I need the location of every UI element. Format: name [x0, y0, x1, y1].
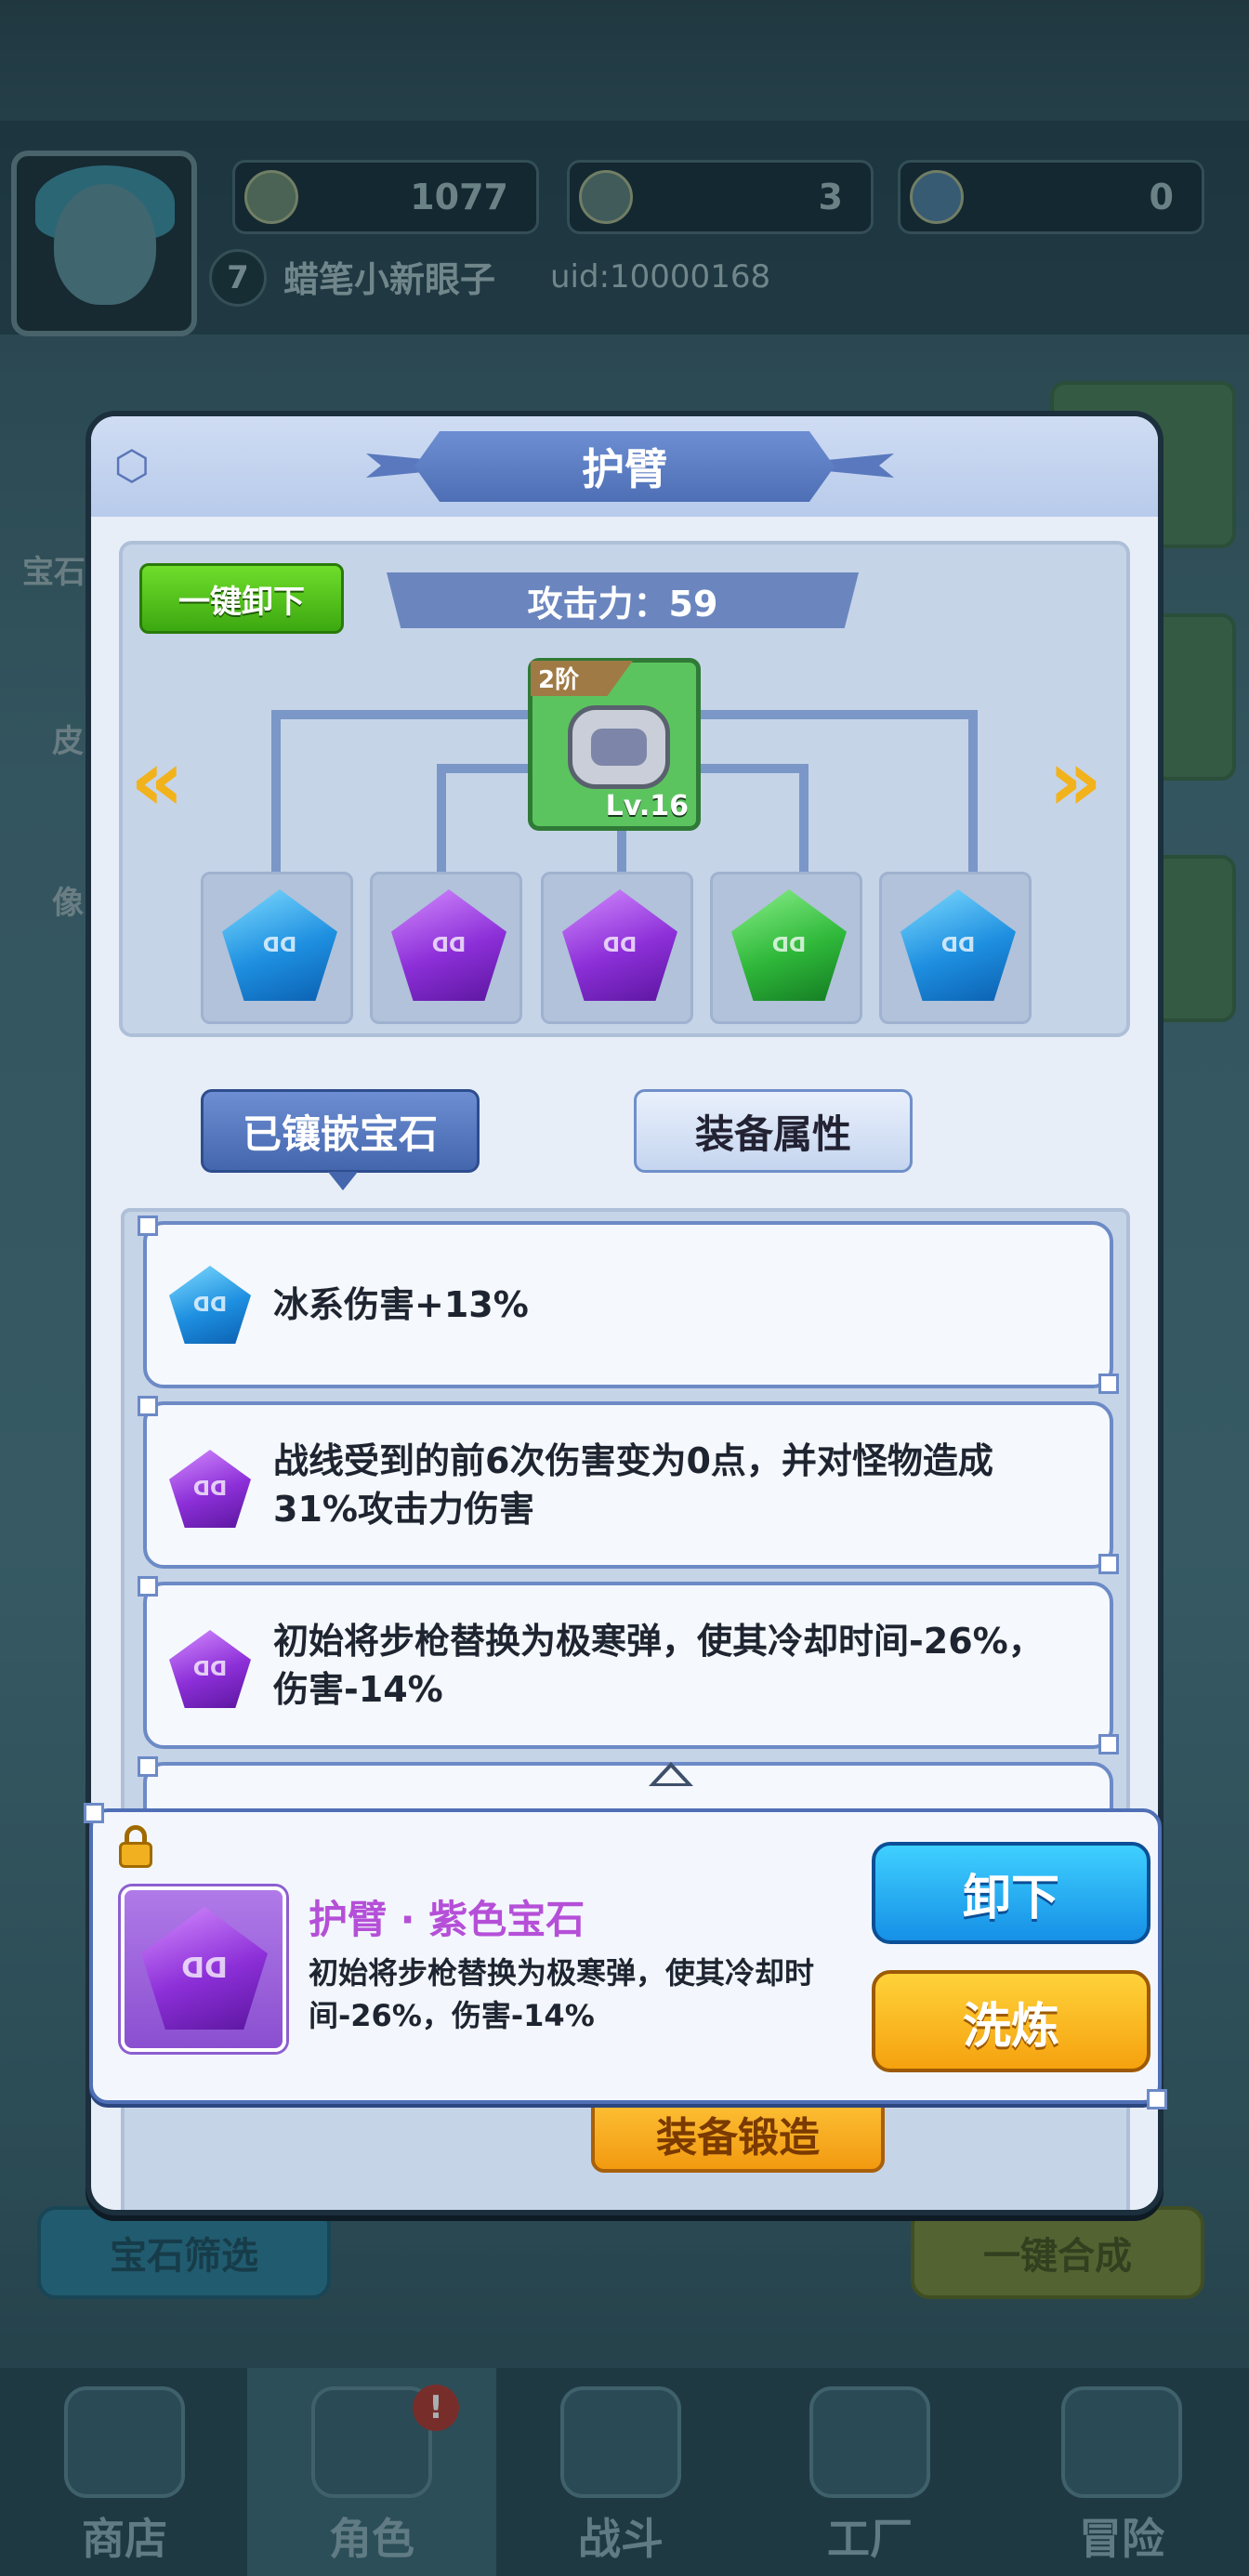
refine-gem-button[interactable]: 洗炼: [872, 1970, 1150, 2072]
connector-line: [617, 823, 626, 875]
selected-gem-slot: ᗡᗡ: [121, 1886, 286, 2052]
gem-detail-popup: ᗡᗡ 护臂 · 紫色宝石 初始将步枪替换为极寒弹，使其冷却时间-26%，伤害-1…: [84, 1803, 1167, 2109]
green-gem-icon: ᗡᗡ: [731, 889, 847, 1001]
modal-title: 护臂: [414, 431, 835, 502]
gem-tree-panel: 一键卸下 攻击力：59 « » 2阶 Lv.16 ᗡᗡ ᗡᗡ ᗡᗡ ᗡᗡ ᗡᗡ: [119, 541, 1130, 1037]
purple-gem-icon: ᗡᗡ: [169, 1630, 251, 1708]
gauntlet-icon: [568, 705, 670, 789]
corner-marker: [138, 1216, 158, 1236]
connector-line: [437, 764, 446, 875]
tier-tag: 2阶: [531, 661, 633, 696]
connector-line: [271, 710, 281, 877]
attack-label: 攻击力：59: [387, 572, 859, 628]
lock-body: [119, 1842, 152, 1868]
unequip-gem-button[interactable]: 卸下: [872, 1842, 1150, 1944]
gem-detail-description: 初始将步枪替换为极寒弹，使其冷却时间-26%，伤害-14%: [309, 1955, 815, 2033]
corner-marker: [138, 1396, 158, 1416]
unequip-all-button[interactable]: 一键卸下: [139, 563, 344, 634]
list-item[interactable]: ᗡᗡ 战线受到的前6次伤害变为0点，并对怪物造成31%攻击力伤害: [138, 1396, 1119, 1574]
corner-marker: [1098, 1554, 1119, 1574]
blue-gem-icon: ᗡᗡ: [169, 1266, 251, 1344]
gem-slot[interactable]: ᗡᗡ: [541, 872, 693, 1024]
corner-marker: [138, 1756, 158, 1777]
blue-gem-icon: ᗡᗡ: [901, 889, 1016, 1001]
purple-gem-icon: ᗡᗡ: [391, 889, 506, 1001]
connector-line: [968, 710, 978, 877]
list-item[interactable]: ᗡᗡ 冰系伤害+13%: [138, 1216, 1119, 1394]
corner-marker: [1147, 2089, 1167, 2109]
gem-effect-text: 战线受到的前6次伤害变为0点，并对怪物造成31%攻击力伤害: [273, 1440, 993, 1530]
equipment-item[interactable]: 2阶 Lv.16: [528, 658, 701, 831]
next-arrow-icon[interactable]: »: [1048, 740, 1102, 823]
gem-effect-text: 冰系伤害+13%: [273, 1284, 529, 1325]
prev-arrow-icon[interactable]: «: [130, 740, 184, 823]
item-level: Lv.16: [605, 790, 689, 822]
tab-inlaid-gems[interactable]: 已镶嵌宝石: [201, 1089, 480, 1190]
corner-marker: [1098, 1734, 1119, 1755]
gem-slot[interactable]: ᗡᗡ: [370, 872, 522, 1024]
hexagon-icon: ⬡: [113, 442, 151, 490]
corner-marker: [1098, 1373, 1119, 1394]
corner-marker: [84, 1803, 104, 1823]
tab-equipment-attributes[interactable]: 装备属性: [634, 1089, 913, 1173]
gem-slot[interactable]: ᗡᗡ: [710, 872, 862, 1024]
connector-line: [799, 764, 809, 875]
purple-gem-icon: ᗡᗡ: [169, 1450, 251, 1528]
gem-slot[interactable]: ᗡᗡ: [879, 872, 1032, 1024]
scroll-up-icon[interactable]: [649, 1762, 693, 1786]
corner-marker: [138, 1576, 158, 1597]
purple-gem-icon: ᗡᗡ: [141, 1907, 268, 2030]
lock-icon[interactable]: [115, 1825, 156, 1868]
gem-slot[interactable]: ᗡᗡ: [201, 872, 353, 1024]
gem-detail-title: 护臂 · 紫色宝石: [309, 1897, 585, 1942]
list-item[interactable]: ᗡᗡ 初始将步枪替换为极寒弹，使其冷却时间-26%，伤害-14%: [138, 1576, 1119, 1755]
purple-gem-icon: ᗡᗡ: [562, 889, 677, 1001]
blue-gem-icon: ᗡᗡ: [222, 889, 337, 1001]
gem-effect-text: 初始将步枪替换为极寒弹，使其冷却时间-26%，伤害-14%: [273, 1621, 1044, 1710]
